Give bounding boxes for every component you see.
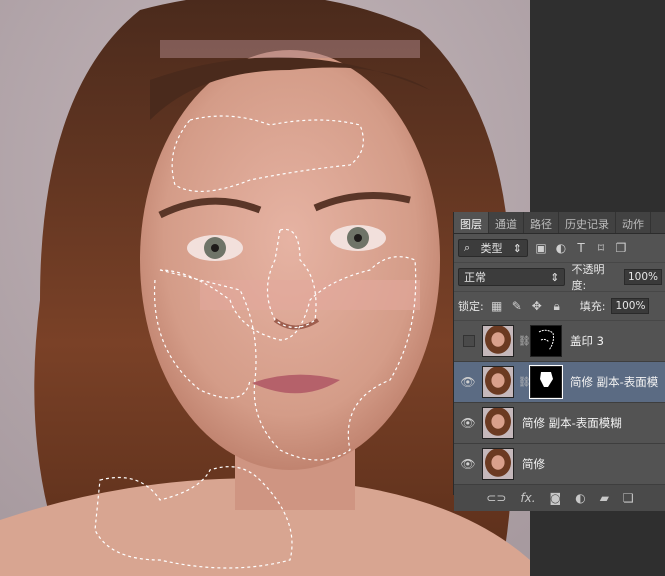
layer-mask-thumbnail[interactable]	[529, 365, 563, 399]
chevron-updown-icon: ⇕	[512, 241, 522, 255]
eye-icon[interactable]: 👁︎	[454, 457, 482, 471]
chain-link-icon[interactable]: ⛓	[518, 377, 531, 388]
lock-position-icon[interactable]: ✥	[530, 299, 544, 313]
layer-thumbnail	[482, 325, 514, 357]
opacity-input[interactable]: 100%	[623, 269, 662, 285]
eye-icon[interactable]: 👁︎	[454, 416, 482, 430]
blend-row: 正常 ⇕ 不透明度: 100%	[454, 263, 665, 292]
visibility-checkbox[interactable]	[463, 335, 475, 347]
blend-mode-select[interactable]: 正常 ⇕	[458, 268, 566, 286]
type-filter-icon[interactable]: T	[574, 241, 588, 255]
lock-all-icon[interactable]: 🔒︎	[550, 299, 564, 313]
lock-brush-icon[interactable]: ✎	[510, 299, 524, 313]
tab-history[interactable]: 历史记录	[559, 212, 616, 233]
filter-row: ⌕ 类型 ⇕ ▣ ◐ T ⌑ ❐	[454, 234, 665, 263]
layer-row[interactable]: 👁︎ 简修	[454, 444, 665, 485]
layer-row-selected[interactable]: 👁︎ ⛓ 简修 副本-表面模	[454, 362, 665, 403]
new-group-icon[interactable]: ▰	[600, 491, 609, 505]
layer-name: 盖印 3	[570, 334, 604, 348]
layer-name: 简修 副本-表面模	[570, 375, 659, 389]
layer-thumbnail	[482, 448, 514, 480]
search-icon: ⌕	[464, 241, 471, 254]
layer-name: 简修	[522, 457, 545, 471]
add-mask-icon[interactable]: ◙	[550, 491, 562, 505]
panel-tabs: 图层 通道 路径 历史记录 动作	[454, 212, 665, 234]
tab-layers[interactable]: 图层	[454, 212, 489, 233]
filter-kind-select[interactable]: ⌕ 类型 ⇕	[458, 239, 528, 257]
chain-link-icon[interactable]: ⛓	[518, 336, 531, 347]
new-layer-icon[interactable]: ❏	[623, 491, 634, 505]
layer-mask-thumbnail[interactable]	[530, 325, 562, 357]
tab-paths[interactable]: 路径	[524, 212, 559, 233]
tab-actions[interactable]: 动作	[616, 212, 651, 233]
eye-icon[interactable]: 👁︎	[454, 375, 482, 389]
filter-kind-label: 类型	[480, 242, 503, 255]
link-layers-icon[interactable]: ⊂⊃	[486, 491, 506, 505]
tab-channels[interactable]: 通道	[489, 212, 524, 233]
layer-row[interactable]: 👁︎ 简修 副本-表面模糊	[454, 403, 665, 444]
adjustment-filter-icon[interactable]: ◐	[554, 241, 568, 255]
lock-label: 锁定:	[458, 300, 484, 313]
layer-name: 简修 副本-表面模糊	[522, 416, 622, 430]
layer-row[interactable]: ⛓ 盖印 3	[454, 321, 665, 362]
fx-icon[interactable]: fx.	[520, 491, 535, 505]
blend-mode-value: 正常	[464, 271, 486, 284]
lock-row: 锁定: ▦ ✎ ✥ 🔒︎ 填充: 100%	[454, 292, 665, 321]
panel-footer: ⊂⊃ fx. ◙ ◐ ▰ ❏	[454, 485, 665, 511]
fill-label: 填充:	[579, 300, 606, 313]
lock-transparent-icon[interactable]: ▦	[490, 299, 504, 313]
chevron-updown-icon: ⇕	[550, 270, 560, 284]
image-filter-icon[interactable]: ▣	[534, 241, 548, 255]
layer-thumbnail	[482, 366, 514, 398]
fill-input[interactable]: 100%	[611, 298, 650, 314]
adjustment-layer-icon[interactable]: ◐	[575, 491, 585, 505]
photo-canvas[interactable]	[0, 0, 530, 576]
opacity-label: 不透明度:	[571, 263, 605, 292]
layer-thumbnail	[482, 407, 514, 439]
shape-filter-icon[interactable]: ⌑	[594, 241, 608, 255]
smart-object-filter-icon[interactable]: ❐	[614, 241, 628, 255]
layers-panel: 图层 通道 路径 历史记录 动作 ⌕ 类型 ⇕ ▣ ◐ T ⌑ ❐ 正常 ⇕ 不透明度…	[453, 212, 665, 511]
